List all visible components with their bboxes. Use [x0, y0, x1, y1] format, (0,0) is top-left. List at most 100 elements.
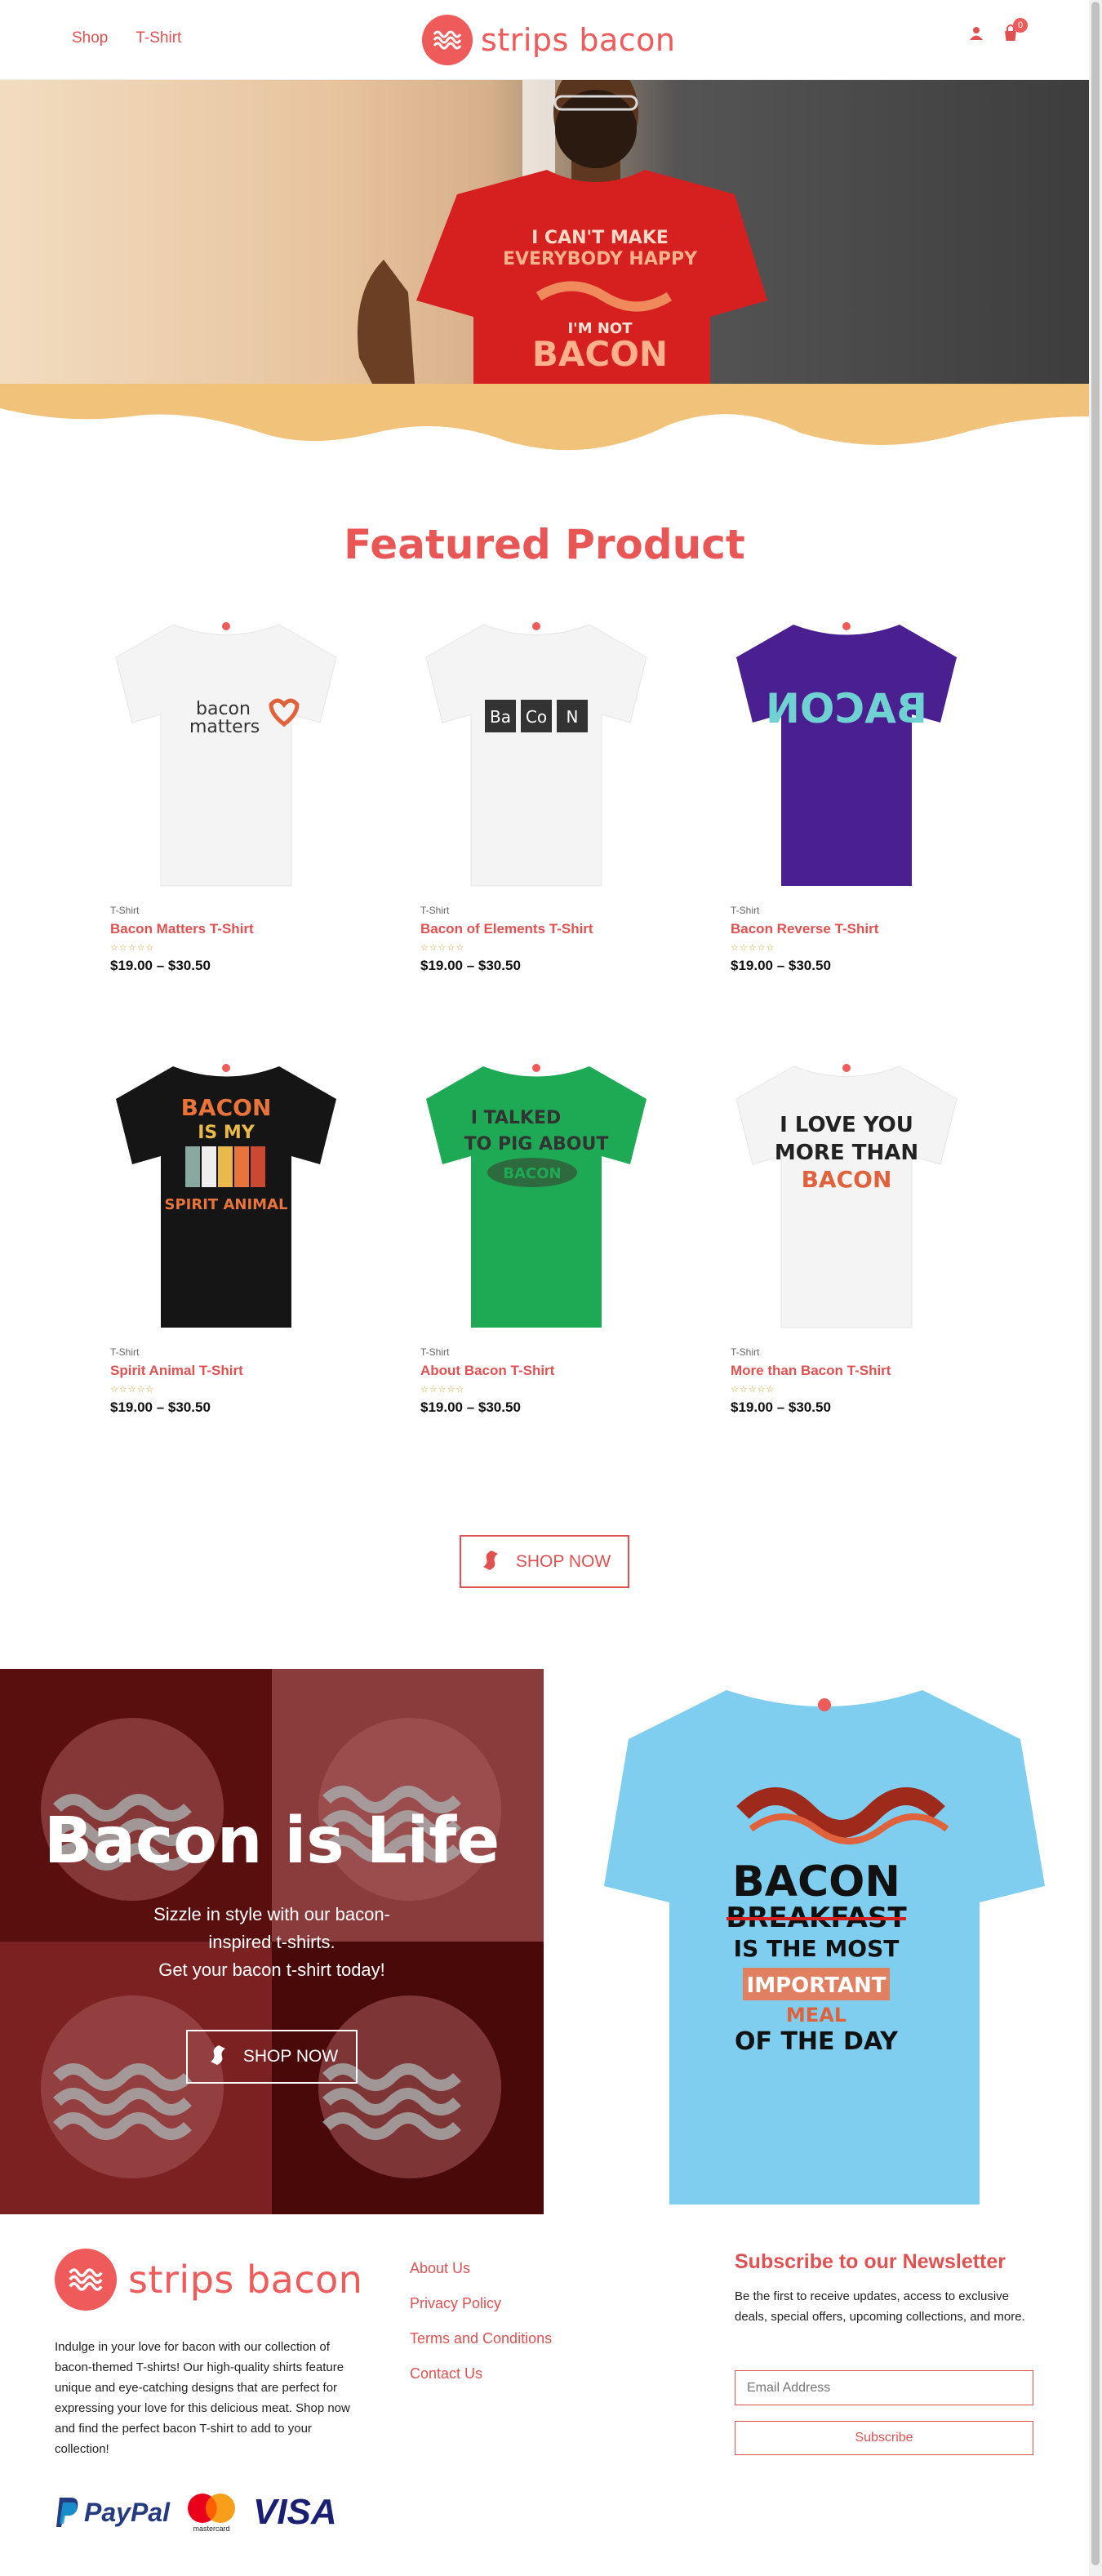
rating-stars: ☆☆☆☆☆ [110, 1385, 155, 1395]
cart-count-badge: 0 [1013, 18, 1028, 33]
promo-subtitle: Sizzle in style with our bacon- inspired… [114, 1901, 429, 1984]
product-price: $19.00 – $30.50 [731, 958, 831, 973]
product-image[interactable]: Ba Co N [414, 606, 659, 892]
product-name[interactable]: More than Bacon T-Shirt [731, 1363, 969, 1379]
print-line-2: matters [189, 717, 260, 737]
rating-stars: ☆☆☆☆☆ [420, 943, 465, 953]
print-line-1: BACON [181, 1094, 272, 1121]
shop-now-label: SHOP NOW [515, 1551, 611, 1571]
promo-shirt-text-4: IMPORTANT [747, 1973, 886, 1998]
logo-text: strips bacon [481, 22, 676, 58]
rating-stars: ☆☆☆☆☆ [420, 1385, 465, 1395]
promo-shop-now-label: SHOP NOW [242, 2047, 339, 2066]
bacon-strip-icon [478, 1549, 506, 1575]
product-card-spirit-animal[interactable]: BACON IS MY SPIRIT ANIMAL T-Shirt Spirit… [104, 1048, 349, 1416]
product-card-bacon-elements[interactable]: Ba Co N T-Shirt Bacon of Elements T-Shir… [414, 606, 659, 974]
nav-shop[interactable]: Shop [72, 29, 108, 47]
subscribe-button[interactable]: Subscribe [735, 2421, 1033, 2455]
footer-logo-text: strips bacon [128, 2258, 363, 2302]
reverse-print: BACON [766, 685, 927, 732]
product-category: T-Shirt [731, 1346, 760, 1358]
product-price: $19.00 – $30.50 [420, 1399, 521, 1415]
product-card-about-bacon[interactable]: I TALKED TO PIG ABOUT BACON T-Shirt Abou… [414, 1048, 659, 1416]
print-line-2: IS MY [198, 1123, 256, 1143]
product-price: $19.00 – $30.50 [731, 1399, 831, 1415]
print-line-2: MORE THAN [775, 1141, 918, 1165]
bacon-logo-icon [55, 2249, 117, 2311]
promo-title: Bacon is Life [43, 1804, 500, 1878]
product-card-more-than-bacon[interactable]: I LOVE YOU MORE THAN BACON T-Shirt More … [724, 1048, 969, 1416]
newsletter-email-field[interactable] [735, 2370, 1033, 2405]
promo-shirt-image: BACON BREAKFAST IS THE MOST IMPORTANT ME… [604, 1690, 1045, 2205]
product-image[interactable]: I LOVE YOU MORE THAN BACON [724, 1048, 969, 1333]
promo-shirt-text-6: OF THE DAY [735, 2027, 899, 2056]
hero-shirt-text-1: I CAN'T MAKE [531, 228, 669, 248]
newsletter-description: Be the first to receive updates, access … [735, 2289, 1025, 2324]
hero-wave-divider [0, 384, 1089, 451]
print-line-3: BACON [503, 1165, 561, 1182]
product-image[interactable]: bacon matters [104, 606, 349, 892]
hero-shirt-text-4: BACON [532, 334, 668, 374]
mastercard-logo-icon: mastercard [184, 2492, 238, 2533]
product-card-bacon-matters[interactable]: bacon matters T-Shirt Bacon Matters T-Sh… [104, 606, 349, 974]
scrollbar-thumb[interactable] [1091, 2, 1100, 2565]
product-name[interactable]: Bacon Matters T-Shirt [110, 921, 349, 937]
product-image[interactable]: BACON IS MY SPIRIT ANIMAL [104, 1048, 349, 1333]
print-line-1: I LOVE YOU [780, 1113, 913, 1137]
shop-now-button[interactable]: SHOP NOW [460, 1535, 629, 1588]
product-price: $19.00 – $30.50 [110, 1399, 211, 1415]
footer-link-contact[interactable]: Contact Us [410, 2365, 552, 2382]
cart-icon [1002, 24, 1020, 46]
promo-shirt-text-5: MEAL [786, 2004, 846, 2027]
main-nav: Shop T-Shirt [72, 29, 181, 47]
rating-stars: ☆☆☆☆☆ [731, 1385, 775, 1395]
product-name[interactable]: Bacon Reverse T-Shirt [731, 921, 969, 937]
featured-title: Featured Product [344, 521, 745, 568]
product-category: T-Shirt [420, 905, 450, 916]
promo-subtitle-line-1: Sizzle in style with our bacon- [153, 1904, 390, 1924]
page-scrollbar[interactable] [1089, 0, 1102, 2576]
product-category: T-Shirt [420, 1346, 450, 1358]
payment-methods: PayPal mastercard VISA [55, 2492, 337, 2533]
footer-logo[interactable]: strips bacon [55, 2249, 362, 2311]
element-ba: Ba [490, 707, 511, 727]
header-icons: 0 [969, 18, 1028, 47]
footer-link-privacy[interactable]: Privacy Policy [410, 2295, 552, 2312]
product-category: T-Shirt [110, 1346, 140, 1358]
promo-shop-now-button[interactable]: SHOP NOW [186, 2030, 358, 2084]
product-card-bacon-reverse[interactable]: BACON T-Shirt Bacon Reverse T-Shirt ☆☆☆☆… [724, 606, 969, 974]
promo-subtitle-line-2: inspired t-shirts. [208, 1932, 335, 1952]
print-line-3: BACON [802, 1166, 892, 1193]
product-category: T-Shirt [110, 905, 140, 916]
element-co: Co [526, 707, 547, 727]
product-name[interactable]: Spirit Animal T-Shirt [110, 1363, 349, 1379]
promo-shirt-text-1: BACON [732, 1857, 900, 1906]
product-price: $19.00 – $30.50 [110, 958, 211, 973]
print-line-2: TO PIG ABOUT [464, 1134, 609, 1155]
product-name[interactable]: Bacon of Elements T-Shirt [420, 921, 659, 937]
cart-button[interactable]: 0 [1002, 18, 1028, 47]
newsletter-title: Subscribe to our Newsletter [735, 2250, 1006, 2273]
footer-links: About Us Privacy Policy Terms and Condit… [410, 2260, 552, 2382]
product-category: T-Shirt [731, 905, 760, 916]
product-price: $19.00 – $30.50 [420, 958, 521, 973]
element-n: N [567, 707, 579, 727]
mastercard-label: mastercard [193, 2525, 230, 2533]
bacon-strip-icon [206, 2044, 233, 2070]
site-logo[interactable]: strips bacon [422, 15, 676, 65]
print-line-3: SPIRIT ANIMAL [165, 1196, 288, 1213]
product-image[interactable]: I TALKED TO PIG ABOUT BACON [414, 1048, 659, 1333]
nav-tshirt[interactable]: T-Shirt [136, 29, 181, 47]
footer-link-terms[interactable]: Terms and Conditions [410, 2330, 552, 2347]
footer-link-about[interactable]: About Us [410, 2260, 552, 2277]
user-icon[interactable] [969, 26, 984, 45]
site-header: Shop T-Shirt strips bacon 0 [0, 0, 1089, 80]
product-name[interactable]: About Bacon T-Shirt [420, 1363, 659, 1379]
hero-banner: I CAN'T MAKE EVERYBODY HAPPY I'M NOT BAC… [0, 80, 1089, 408]
paypal-label: PayPal [84, 2497, 170, 2527]
print-line-1: I TALKED [471, 1108, 562, 1128]
promo-subtitle-line-3: Get your bacon t-shirt today! [158, 1960, 385, 1980]
hero-image: I CAN'T MAKE EVERYBODY HAPPY I'M NOT BAC… [358, 80, 767, 408]
product-image[interactable]: BACON [724, 606, 969, 892]
visa-logo-icon: VISA [252, 2492, 337, 2532]
